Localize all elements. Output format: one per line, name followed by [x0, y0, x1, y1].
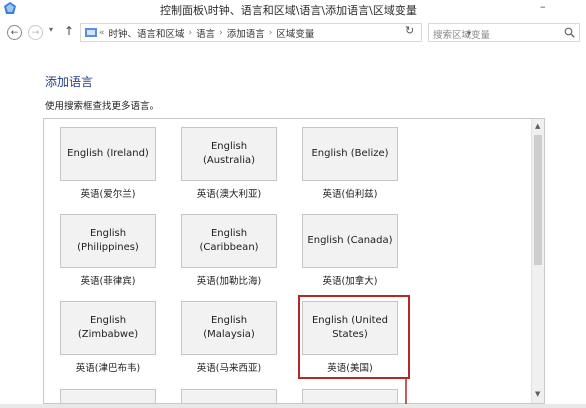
language-tile-malaysia[interactable]: English (Malaysia) [181, 301, 277, 355]
language-label-zimbabwe: 英语(津巴布韦) [75, 363, 141, 374]
back-button[interactable]: ← [7, 25, 22, 40]
search-input[interactable]: 搜索区域变量 [428, 23, 580, 42]
window-title: 控制面板\时钟、语言和区域\语言\添加语言\区域变量 [160, 4, 417, 17]
language-label-ireland: 英语(爱尔兰) [80, 189, 136, 200]
language-tile-partial[interactable] [60, 389, 156, 403]
scroll-down-button[interactable]: ▼ [535, 390, 540, 398]
language-label-canada: 英语(加拿大) [322, 276, 378, 287]
address-bar: ← → ▾ ↑ « 时钟、语言和区域 › 语言 › 添加语言 › 区域变量 ▾ … [0, 20, 586, 46]
language-tile-partial[interactable] [302, 389, 398, 403]
title-bar: 控制面板\时钟、语言和区域\语言\添加语言\区域变量 – [0, 0, 586, 20]
vertical-scrollbar[interactable]: ▲ ▼ [531, 119, 544, 403]
language-tile-canada[interactable]: English (Canada) [302, 214, 398, 268]
scroll-up-button[interactable]: ▲ [535, 122, 540, 130]
breadcrumb-separator[interactable]: › [219, 28, 223, 38]
language-tile-ireland[interactable]: English (Ireland) [60, 127, 156, 181]
breadcrumb-item[interactable]: 区域变量 [276, 26, 314, 40]
page-description: 使用搜索框查找更多语言。 [45, 101, 160, 112]
search-placeholder: 搜索区域变量 [433, 30, 491, 41]
language-label-philippines: 英语(菲律宾) [80, 276, 136, 287]
breadcrumb-overflow[interactable]: « [99, 28, 105, 38]
control-panel-icon [4, 2, 16, 14]
breadcrumb-separator[interactable]: › [189, 28, 193, 38]
language-label-caribbean: 英语(加勒比海) [196, 276, 262, 287]
language-tile-philippines[interactable]: English (Philippines) [60, 214, 156, 268]
language-label-malaysia: 英语(马来西亚) [196, 363, 262, 374]
language-tile-australia[interactable]: English (Australia) [181, 127, 277, 181]
language-tile-caribbean[interactable]: English (Caribbean) [181, 214, 277, 268]
refresh-button[interactable]: ↻ [405, 24, 414, 37]
minimize-button[interactable]: – [540, 0, 546, 13]
page-title: 添加语言 [45, 75, 94, 89]
scroll-thumb[interactable] [534, 135, 542, 265]
selection-highlight [298, 295, 410, 379]
breadcrumb[interactable]: « 时钟、语言和区域 › 语言 › 添加语言 › 区域变量 ▾ [80, 23, 471, 42]
language-tile-belize[interactable]: English (Belize) [302, 127, 398, 181]
language-label-belize: 英语(伯利兹) [322, 189, 378, 200]
language-tile-partial[interactable] [181, 389, 277, 403]
search-icon [564, 27, 575, 38]
breadcrumb-item[interactable]: 时钟、语言和区域 [109, 26, 185, 40]
control-panel-icon [85, 28, 97, 37]
language-label-australia: 英语(澳大利亚) [196, 189, 262, 200]
recent-locations-dropdown[interactable]: ▾ [49, 25, 53, 34]
breadcrumb-separator[interactable]: › [269, 28, 273, 38]
forward-button[interactable]: → [28, 25, 43, 40]
breadcrumb-item[interactable]: 语言 [196, 26, 215, 40]
language-tile-zimbabwe[interactable]: English (Zimbabwe) [60, 301, 156, 355]
bottom-bar [0, 404, 586, 408]
up-button[interactable]: ↑ [64, 24, 74, 38]
breadcrumb-item[interactable]: 添加语言 [227, 26, 265, 40]
breadcrumb-items: « 时钟、语言和区域 › 语言 › 添加语言 › 区域变量 [99, 26, 314, 40]
language-list: English (Ireland) 英语(爱尔兰) English (Austr… [43, 118, 545, 404]
